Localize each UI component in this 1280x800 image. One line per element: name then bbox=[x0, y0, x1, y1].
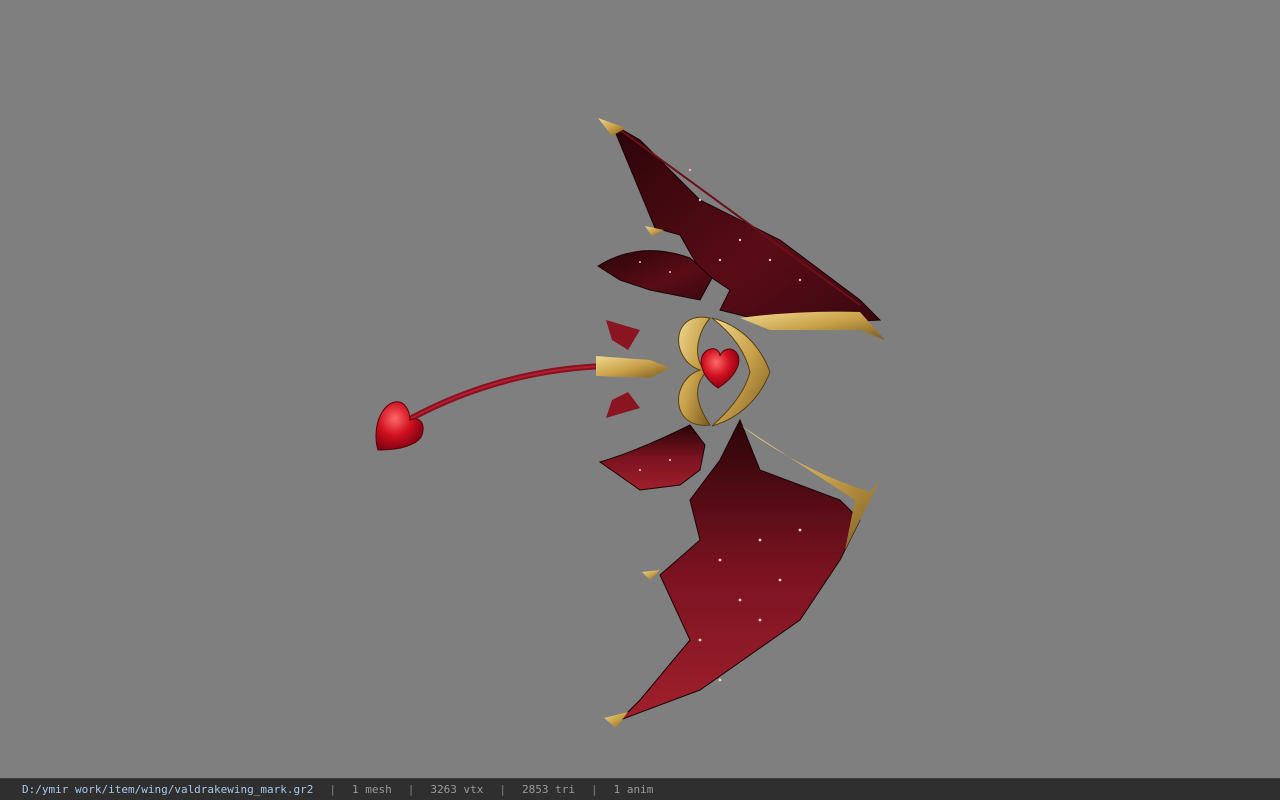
file-path-label: D:/ymir work/item/wing/valdrakewing_mark… bbox=[22, 783, 314, 796]
tail-heart bbox=[375, 401, 424, 451]
mesh-count-label: 1 mesh bbox=[352, 783, 392, 796]
anim-count-label: 1 anim bbox=[613, 783, 654, 796]
status-separator: | bbox=[329, 783, 337, 796]
status-separator: | bbox=[591, 783, 598, 796]
triangle-count-label: 2853 tri bbox=[522, 783, 575, 796]
status-separator: | bbox=[407, 783, 415, 796]
wing-model-render bbox=[375, 118, 885, 728]
status-bar: D:/ymir work/item/wing/valdrakewing_mark… bbox=[0, 778, 1280, 800]
vertex-count-label: 3263 vtx bbox=[430, 783, 484, 796]
status-separator: | bbox=[499, 783, 507, 796]
tail bbox=[405, 320, 670, 423]
model-viewport[interactable] bbox=[0, 0, 1280, 778]
central-heart bbox=[700, 348, 740, 389]
upper-wing bbox=[598, 118, 885, 340]
lower-small-wing bbox=[598, 424, 706, 491]
